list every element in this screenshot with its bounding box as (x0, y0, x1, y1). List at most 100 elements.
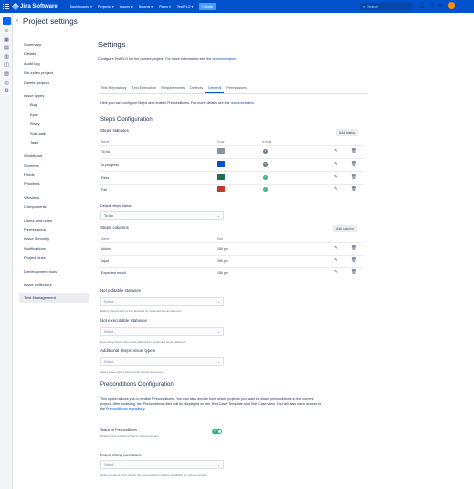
status-color-swatch[interactable] (217, 148, 225, 154)
add-column-button[interactable]: Add column (333, 225, 357, 233)
sidebar-item-notifications[interactable]: Notifications (19, 244, 89, 253)
status-color-swatch[interactable] (217, 161, 225, 167)
create-button[interactable]: Create (199, 3, 217, 10)
reports-icon[interactable]: ▤ (4, 46, 10, 51)
search-icon: ⌕ (363, 4, 366, 9)
sidebar-item-details[interactable]: Details (19, 49, 89, 58)
edit-icon[interactable]: ✎ (334, 245, 338, 251)
tab-permissions[interactable]: Permissions (224, 84, 250, 93)
sidebar-item-bug[interactable]: Bug (19, 100, 89, 109)
backlog-icon[interactable]: ≡ (4, 29, 10, 34)
search-input[interactable]: ⌕ Search (360, 3, 412, 10)
preconditions-description: This option allows you to enable Precond… (100, 397, 322, 411)
steps-columns-heading: Steps columns (100, 225, 129, 230)
back-arrow-icon[interactable]: ‹ (16, 18, 18, 24)
sidebar-item-summary[interactable]: Summary (19, 40, 89, 49)
sidebar-item-delete[interactable]: Delete project (19, 78, 89, 87)
intro-documentation-link[interactable]: documentation (231, 101, 255, 105)
preconditions-repository-link[interactable]: Preconditions repository (106, 407, 144, 411)
settings-icon[interactable]: ⚙︎ (4, 89, 10, 94)
sidebar-item-workflows[interactable]: Workflows (19, 151, 89, 160)
projects-sharing-select[interactable]: Select... ⌄ (100, 460, 224, 469)
sidebar-item-components[interactable]: Components (19, 202, 89, 211)
nav-plans[interactable]: Plans ▾ (159, 5, 171, 9)
status-color-swatch[interactable] (217, 186, 225, 192)
delete-icon[interactable]: 🗑︎ (351, 257, 357, 263)
search-placeholder: Search (367, 4, 378, 9)
add-status-button[interactable]: Add status (336, 129, 359, 137)
sidebar-item-versions[interactable]: Versions (19, 193, 89, 202)
tab-test-execution[interactable]: Test Execution (129, 84, 159, 93)
sidebar-item-priorities[interactable]: Priorities (19, 179, 89, 188)
sidebar-item-issue-collectors[interactable]: Issue collectors (19, 280, 89, 289)
sidebar-item-task[interactable]: Task (19, 138, 89, 147)
nav-dashboards[interactable]: Dashboards ▾ (70, 5, 92, 9)
edit-icon[interactable]: ✎ (334, 174, 338, 180)
sidebar-item-reindex[interactable]: Re-index project (19, 68, 89, 77)
sidebar-item-epic[interactable]: Epic (19, 110, 89, 119)
delete-icon[interactable]: 🗑︎ (351, 148, 357, 154)
sidebar-item-users-roles[interactable]: Users and roles (19, 216, 89, 225)
tab-general[interactable]: General (205, 84, 224, 93)
sidebar-item-test-management[interactable]: Test Management (19, 293, 89, 303)
edit-icon[interactable]: ✎ (334, 186, 338, 192)
edit-icon[interactable]: ✎ (334, 161, 338, 167)
tab-requirements[interactable]: Requirements (159, 84, 188, 93)
nav-projects[interactable]: Projects ▾ (98, 5, 114, 9)
nav-issues[interactable]: Issues ▾ (120, 5, 133, 9)
general-intro: Here you can configure Steps and enable … (100, 101, 256, 105)
sidebar-item-permissions[interactable]: Permissions (19, 225, 89, 234)
sidebar-item-fields[interactable]: Fields (19, 170, 89, 179)
components-icon[interactable]: ▧ (4, 71, 10, 77)
help-icon[interactable]: ? (430, 3, 433, 9)
settings-icon[interactable]: ⚙︎ (438, 3, 442, 9)
edit-icon[interactable]: ✎ (334, 148, 338, 154)
edit-icon[interactable]: ✎ (334, 257, 338, 263)
sidebar-item-screens[interactable]: Screens (19, 161, 89, 170)
not-executable-heading: Not executable statuses (100, 318, 147, 323)
status-color-swatch[interactable] (217, 174, 225, 180)
chart-icon[interactable]: ▥ (4, 54, 10, 60)
preconditions-toggle[interactable]: ✓ (212, 429, 222, 434)
nav-boards[interactable]: Boards ▾ (139, 5, 153, 9)
sidebar-item-story[interactable]: Story (19, 119, 89, 128)
sidebar-item-issue-types[interactable]: Issue types (19, 91, 89, 100)
final-check-icon: ✓ (263, 187, 268, 192)
not-executable-select[interactable]: Select... ⌄ (100, 327, 224, 336)
status-of-preconditions-help: Enable Preconditions Tab in current proj… (100, 434, 159, 438)
column-size: 150 px (217, 259, 228, 263)
not-final-icon: x (263, 162, 268, 167)
test-icon[interactable]: ◎ (4, 80, 10, 86)
delete-icon[interactable]: 🗑︎ (351, 161, 357, 167)
column-name: Action (101, 247, 111, 251)
releases-icon[interactable]: ◫ (4, 63, 10, 68)
default-status-label: Default steps status (100, 204, 132, 208)
sidebar-item-audit-log[interactable]: Audit log (19, 59, 89, 68)
avatar[interactable] (447, 2, 455, 9)
project-rail: ≡ ▦ ▤ ▥ ◫ ▧ ◎ ⚙︎ (0, 13, 13, 489)
app-switcher-icon[interactable] (3, 3, 9, 10)
default-status-select[interactable]: To do ⌄ (100, 211, 224, 220)
nav-testflo[interactable]: TestFLO ▾ (177, 5, 193, 9)
board-icon[interactable]: ▦ (4, 37, 10, 43)
sidebar-item-development-tools[interactable]: Development tools (19, 267, 89, 276)
sidebar-item-subtask[interactable]: Sub-task (19, 129, 89, 138)
delete-icon[interactable]: 🗑︎ (351, 174, 357, 180)
notifications-icon[interactable]: 🔔︎ (419, 3, 425, 9)
jira-logo[interactable]: Jira Software (11, 2, 58, 11)
project-avatar[interactable] (2, 17, 11, 25)
delete-icon[interactable]: 🗑︎ (351, 245, 357, 251)
documentation-link[interactable]: documentation (212, 57, 236, 61)
sidebar-item-project-links[interactable]: Project links (19, 253, 89, 262)
additional-types-select[interactable]: Select... ⌄ (100, 357, 224, 366)
sidebar-item-issue-security[interactable]: Issue Security (19, 234, 89, 243)
column-name: Expected result (101, 271, 126, 275)
tab-test-repository[interactable]: Test Repository (98, 84, 129, 93)
chevron-down-icon: ⌄ (216, 360, 220, 364)
delete-icon[interactable]: 🗑︎ (351, 269, 357, 275)
settings-title: Settings (98, 40, 126, 49)
edit-icon[interactable]: ✎ (334, 269, 338, 275)
delete-icon[interactable]: 🗑︎ (351, 186, 357, 192)
not-editable-select[interactable]: Select... ⌄ (100, 297, 224, 306)
tab-defects[interactable]: Defects (188, 84, 206, 93)
